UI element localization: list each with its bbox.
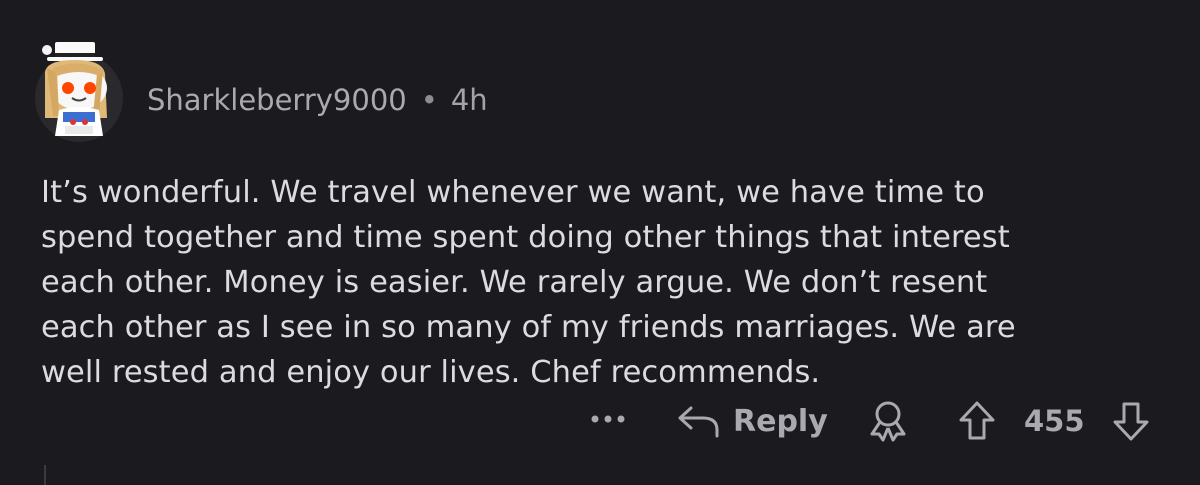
comment-body: It’s wonderful. We travel whenever we wa…	[41, 170, 1171, 395]
comment-age: 4h	[450, 83, 488, 117]
upvote-arrow-icon	[959, 401, 995, 440]
comment-body-line: It’s wonderful. We travel whenever we wa…	[41, 175, 985, 210]
reply-label: Reply	[733, 403, 828, 439]
comment-body-line: spend together and time spent doing othe…	[41, 220, 1010, 255]
comment-action-bar: Reply 455	[0, 398, 1200, 444]
downvote-arrow-icon	[1113, 402, 1149, 441]
avatar[interactable]	[33, 40, 125, 142]
snoo-avatar-icon	[35, 42, 123, 142]
award-button[interactable]	[866, 400, 910, 446]
award-icon	[870, 401, 906, 442]
downvote-button[interactable]	[1111, 400, 1151, 446]
comment-body-line: each other. Money is easier. We rarely a…	[41, 265, 988, 300]
comment-header: Sharkleberry9000 • 4h	[147, 78, 488, 122]
comment-body-line: well rested and enjoy our lives. Chef re…	[41, 355, 821, 390]
reply-arrow-icon	[678, 406, 719, 438]
thread-line	[44, 465, 46, 485]
more-horizontal-icon	[591, 415, 625, 423]
vote-score: 455	[1024, 404, 1085, 438]
separator-dot: •	[420, 83, 438, 117]
upvote-button[interactable]	[957, 400, 997, 446]
comment-card: Sharkleberry9000 • 4h It’s wonderful. We…	[0, 0, 1200, 485]
comment-body-line: each other as I see in so many of my fri…	[41, 310, 1016, 345]
username[interactable]: Sharkleberry9000	[147, 83, 407, 117]
more-options-button[interactable]	[588, 404, 628, 434]
reply-button[interactable]: Reply	[677, 398, 828, 444]
